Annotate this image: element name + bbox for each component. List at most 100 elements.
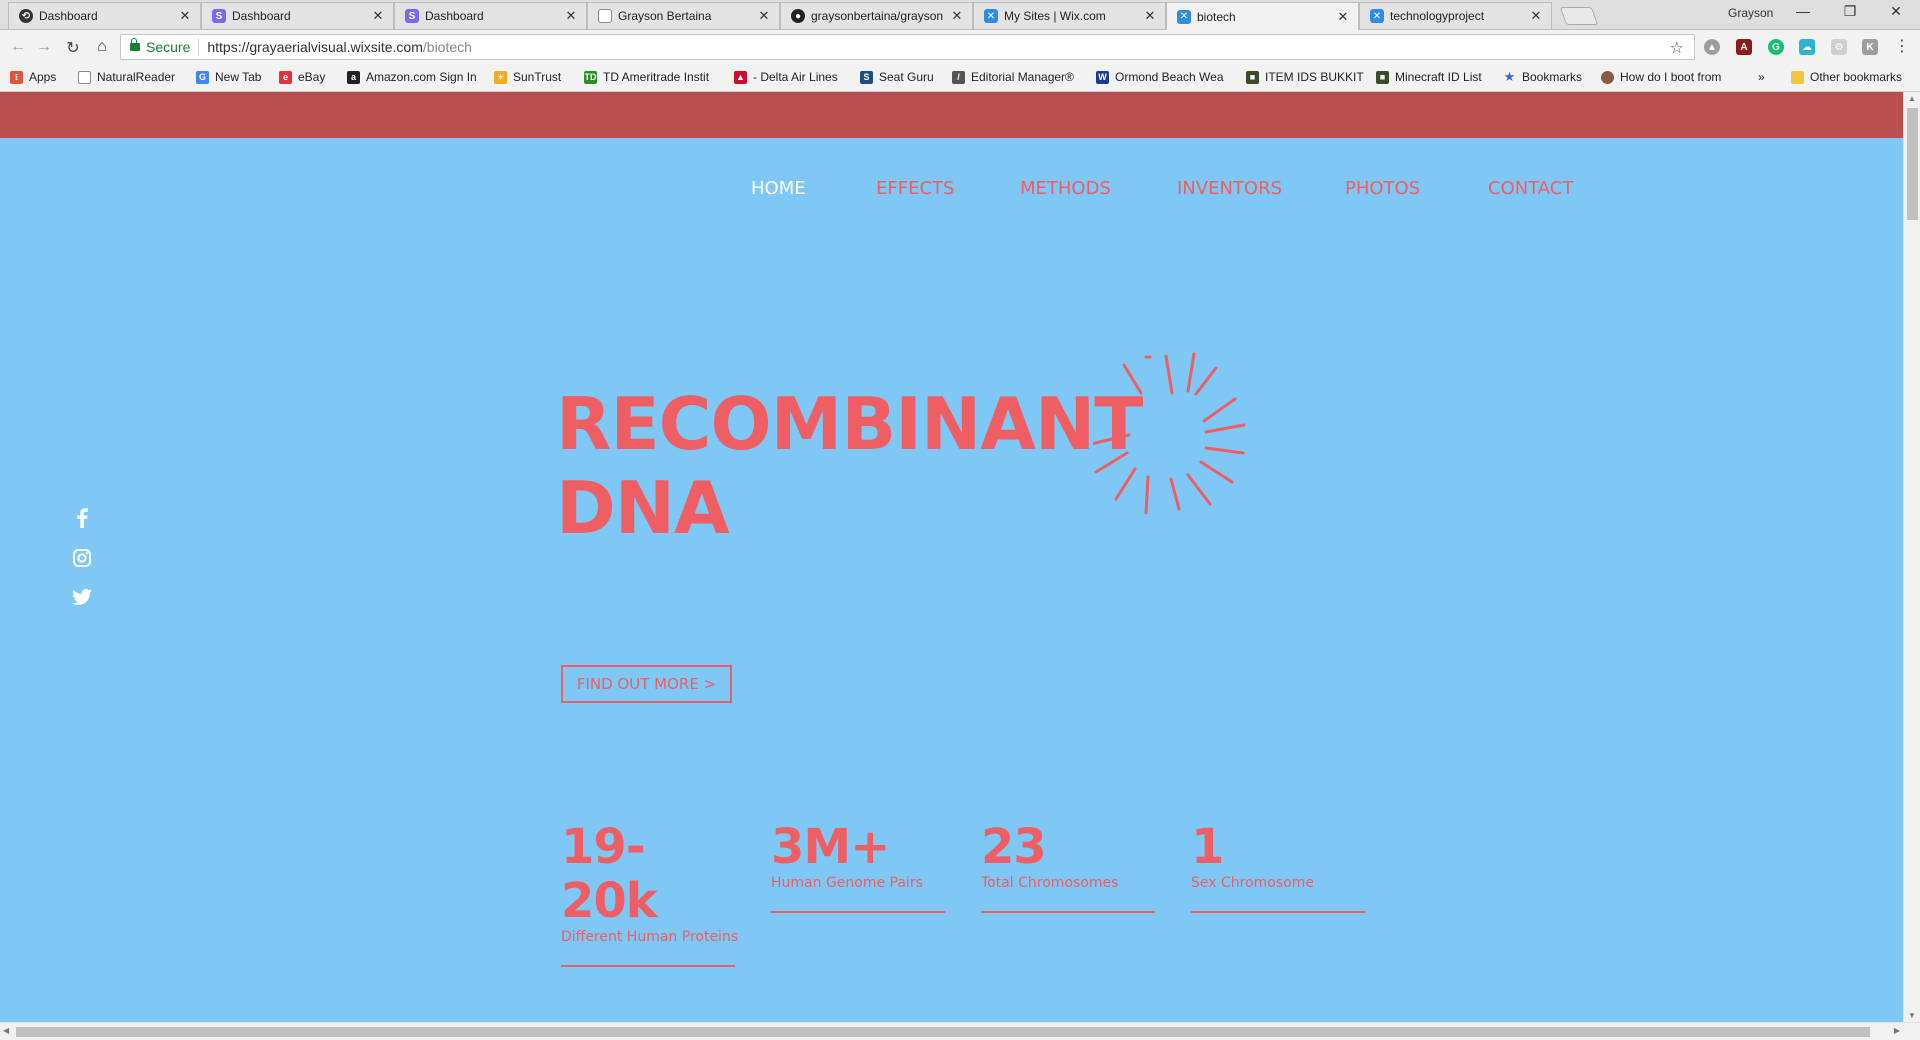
bookmark-label: Apps bbox=[29, 70, 57, 84]
delta-icon: ▲ bbox=[734, 70, 747, 84]
bookmark-label: NaturalReader bbox=[97, 70, 176, 84]
bookmark-item[interactable]: ■ Minecraft ID List bbox=[1376, 70, 1482, 84]
find-out-more-button[interactable]: FIND OUT MORE > bbox=[561, 665, 732, 703]
hero-title-line1: RECOMBINANT bbox=[556, 382, 1143, 466]
reload-icon[interactable]: ↻ bbox=[63, 38, 83, 58]
bookmark-label: New Tab bbox=[215, 70, 262, 84]
scroll-left-icon[interactable]: ◀ bbox=[3, 1026, 9, 1035]
instagram-icon[interactable] bbox=[71, 547, 93, 569]
new-tab-button[interactable] bbox=[1559, 7, 1599, 25]
wix-icon: ✕ bbox=[1370, 9, 1384, 23]
tab-title: Dashboard bbox=[232, 9, 291, 23]
bookmark-item[interactable]: S Seat Guru bbox=[860, 70, 934, 84]
nav-contact[interactable]: CONTACT bbox=[1488, 178, 1573, 199]
drive-extension-icon[interactable]: ▲ bbox=[1704, 39, 1720, 55]
bookmark-item[interactable]: / Editorial Manager® bbox=[952, 70, 1074, 84]
keyboard-extension-icon[interactable]: K bbox=[1862, 39, 1878, 55]
browser-tab[interactable]: S Dashboard ✕ bbox=[394, 2, 587, 29]
amazon-icon: a bbox=[347, 70, 360, 84]
grammarly-extension-icon[interactable]: G bbox=[1768, 39, 1784, 55]
stat-card: 19-20k Different Human Proteins bbox=[561, 819, 738, 967]
nav-effects[interactable]: EFFECTS bbox=[876, 178, 954, 199]
bookmark-item[interactable]: ■ ITEM IDS BUKKIT bbox=[1246, 70, 1364, 84]
s-logo-icon: S bbox=[405, 9, 419, 23]
bookmark-item[interactable]: How do I boot from bbox=[1601, 70, 1721, 84]
browser-tab[interactable]: ✕ My Sites | Wix.com ✕ bbox=[973, 2, 1166, 29]
apps-grid-icon: ⁝ bbox=[10, 70, 23, 84]
close-tab-icon[interactable]: ✕ bbox=[1336, 9, 1350, 25]
nav-home[interactable]: HOME bbox=[751, 178, 806, 199]
back-icon[interactable]: ← bbox=[8, 38, 28, 56]
extension-icon[interactable]: ⚙ bbox=[1831, 39, 1847, 55]
nav-photos[interactable]: PHOTOS bbox=[1345, 178, 1420, 199]
browser-tab[interactable]: Grayson Bertaina ✕ bbox=[587, 2, 780, 29]
td-icon: TD bbox=[584, 70, 597, 84]
bookmark-item[interactable]: ★ Bookmarks bbox=[1503, 69, 1582, 84]
avatar-icon bbox=[1601, 70, 1614, 84]
bookmark-item[interactable]: ▲ - Delta Air Lines bbox=[734, 70, 838, 84]
google-icon: G bbox=[196, 70, 209, 84]
wix-icon: ✕ bbox=[984, 9, 998, 23]
bookmark-item[interactable]: ☀ SunTrust bbox=[494, 70, 561, 84]
nav-inventors[interactable]: INVENTORS bbox=[1177, 178, 1282, 199]
bookmark-label: How do I boot from bbox=[1620, 70, 1722, 84]
pdf-extension-icon[interactable]: A bbox=[1736, 39, 1752, 55]
close-tab-icon[interactable]: ✕ bbox=[371, 8, 385, 24]
scroll-right-icon[interactable]: ▶ bbox=[1894, 1026, 1900, 1035]
forward-icon[interactable]: → bbox=[34, 38, 54, 56]
bookmark-item[interactable]: e eBay bbox=[279, 70, 325, 84]
suntrust-icon: ☀ bbox=[494, 70, 507, 84]
star-icon: ★ bbox=[1503, 69, 1516, 84]
close-tab-icon[interactable]: ✕ bbox=[1143, 8, 1157, 24]
vertical-scroll-thumb[interactable] bbox=[1907, 108, 1918, 220]
stat-label: Sex Chromosome bbox=[1191, 875, 1314, 891]
close-tab-icon[interactable]: ✕ bbox=[757, 8, 771, 24]
stat-value: 19-20k bbox=[561, 819, 658, 929]
horizontal-scrollbar[interactable]: ◀ ▶ bbox=[0, 1022, 1920, 1040]
twitter-icon[interactable] bbox=[71, 586, 93, 608]
close-tab-icon[interactable]: ✕ bbox=[1529, 8, 1543, 24]
vertical-scrollbar[interactable]: ▲ ▼ bbox=[1903, 92, 1920, 1022]
browser-tab[interactable]: ✕ technologyproject ✕ bbox=[1359, 2, 1552, 29]
minimize-icon[interactable]: — bbox=[1788, 3, 1818, 19]
close-tab-icon[interactable]: ✕ bbox=[178, 8, 192, 24]
browser-tab[interactable]: S Dashboard ✕ bbox=[201, 2, 394, 29]
tab-title: graysonbertaina/grayson bbox=[811, 9, 944, 23]
bookmark-label: Minecraft ID List bbox=[1395, 70, 1482, 84]
page-icon bbox=[598, 9, 612, 23]
bookmark-item[interactable]: NaturalReader bbox=[78, 70, 175, 84]
stat-label: Total Chromosomes bbox=[981, 875, 1119, 891]
close-tab-icon[interactable]: ✕ bbox=[950, 8, 964, 24]
bookmark-star-icon[interactable]: ☆ bbox=[1670, 38, 1684, 58]
close-window-icon[interactable]: ✕ bbox=[1881, 3, 1911, 20]
bookmarks-overflow-button[interactable]: » bbox=[1758, 70, 1765, 84]
tab-title: Dashboard bbox=[425, 9, 484, 23]
restore-icon[interactable]: ❐ bbox=[1835, 3, 1865, 20]
browser-tab[interactable]: ● graysonbertaina/grayson ✕ bbox=[780, 2, 973, 29]
close-tab-icon[interactable]: ✕ bbox=[564, 8, 578, 24]
bookmark-item[interactable]: G New Tab bbox=[196, 70, 261, 84]
horizontal-scroll-thumb[interactable] bbox=[16, 1027, 1870, 1037]
bookmark-item[interactable]: a Amazon.com Sign In bbox=[347, 70, 477, 84]
bookmark-item[interactable]: W Ormond Beach Wea bbox=[1096, 70, 1224, 84]
scroll-down-icon[interactable]: ▼ bbox=[1908, 1011, 1916, 1020]
home-icon[interactable]: ⌂ bbox=[92, 38, 112, 56]
url-path: /biotech bbox=[422, 39, 472, 55]
facebook-icon[interactable] bbox=[71, 507, 93, 529]
browser-tab-active[interactable]: ✕ biotech ✕ bbox=[1166, 2, 1359, 30]
other-bookmarks[interactable]: Other bookmarks bbox=[1791, 70, 1902, 84]
lock-icon bbox=[130, 38, 140, 51]
bookmark-item[interactable]: ⁝ Apps bbox=[10, 70, 56, 84]
hero-title-line2: DNA bbox=[556, 466, 730, 550]
page-icon bbox=[78, 70, 91, 84]
browser-tab[interactable]: ⟲ Dashboard ✕ bbox=[8, 2, 201, 29]
stat-value: 1 bbox=[1191, 819, 1224, 875]
scroll-up-icon[interactable]: ▲ bbox=[1908, 94, 1916, 103]
nav-methods[interactable]: METHODS bbox=[1020, 178, 1111, 199]
menu-kebab-icon[interactable]: ⋮ bbox=[1892, 36, 1912, 56]
profile-name[interactable]: Grayson bbox=[1728, 6, 1773, 20]
cloud-extension-icon[interactable]: ☁ bbox=[1799, 39, 1815, 55]
bookmark-label: - Delta Air Lines bbox=[753, 70, 838, 84]
address-bar[interactable]: Secure https://grayaerialvisual.wixsite.… bbox=[120, 34, 1695, 60]
bookmark-item[interactable]: TD TD Ameritrade Instit bbox=[584, 70, 709, 84]
